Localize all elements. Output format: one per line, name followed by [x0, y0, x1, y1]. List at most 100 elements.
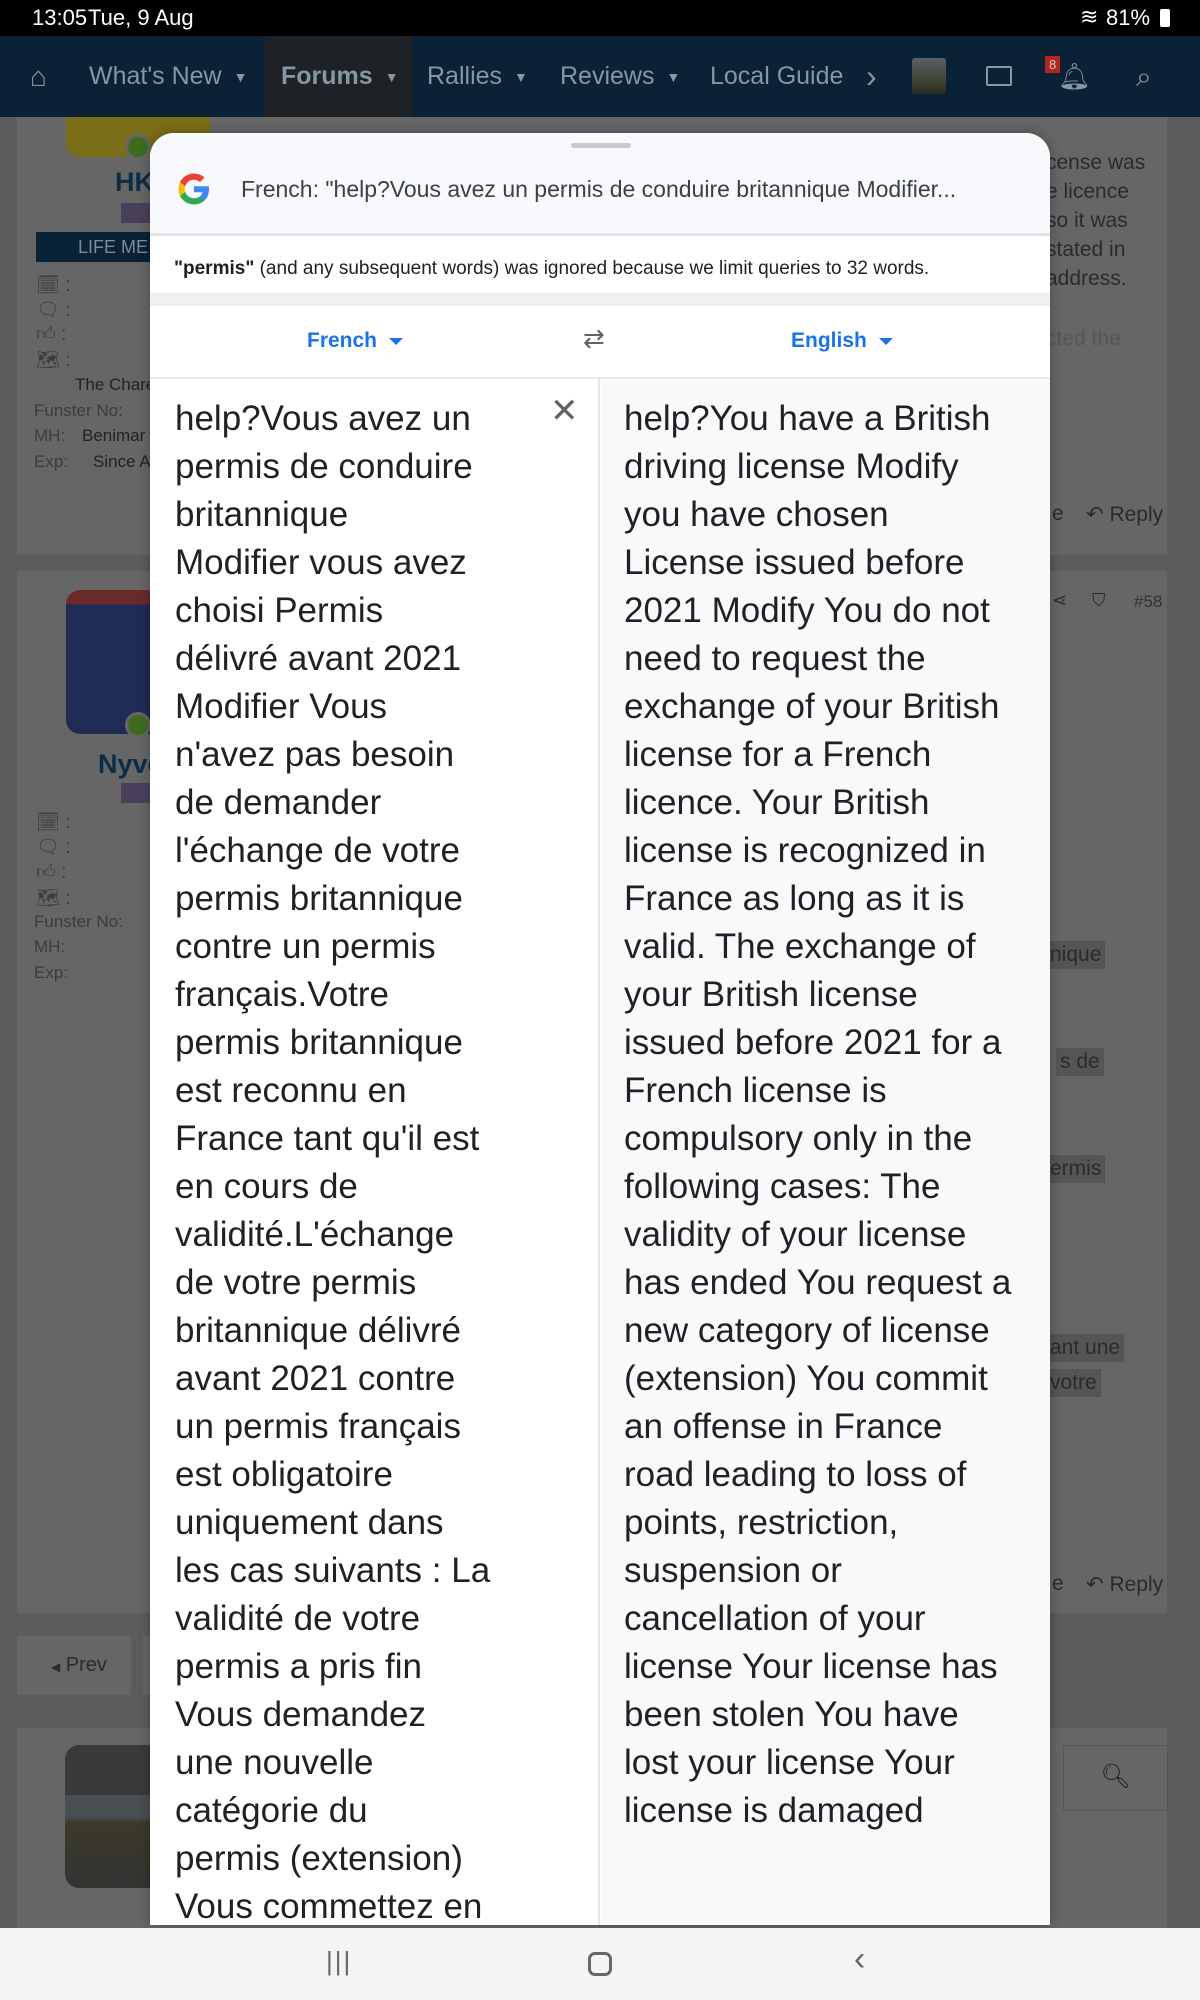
- battery-icon: [1160, 9, 1170, 27]
- nav-whats-new[interactable]: What's New ▼: [89, 36, 247, 117]
- nav-reviews[interactable]: Reviews ▼: [560, 36, 680, 117]
- warning-text: (and any subsequent words) was ignored b…: [254, 258, 930, 279]
- text-line: de votre permis: [175, 1263, 417, 1302]
- chevron-down-icon: ▼: [514, 68, 528, 85]
- mail-icon[interactable]: [986, 66, 1012, 86]
- chevron-down-icon: ▼: [233, 68, 248, 85]
- search-icon[interactable]: ⌕: [1136, 36, 1152, 117]
- text-line: suspension or: [624, 1551, 842, 1590]
- clear-text-icon[interactable]: ✕: [550, 391, 579, 431]
- messages-icon: 🗨︎ :: [36, 837, 71, 858]
- system-navigation-bar: ||| ‹: [0, 1928, 1200, 2000]
- language-selector-row: French ⇄ English: [150, 306, 1050, 379]
- funster-label: Funster No:: [34, 401, 123, 420]
- calendar-icon: 🗓︎ :: [36, 275, 71, 296]
- target-language-label: English: [791, 329, 867, 352]
- text-line: catégorie du: [175, 1791, 368, 1830]
- text-line: France tant qu'il est: [175, 1119, 480, 1158]
- preview-icon[interactable]: 🔍︎: [1063, 1745, 1168, 1811]
- back-icon[interactable]: ‹: [854, 1940, 865, 1979]
- post-text: address.: [1046, 267, 1127, 290]
- mh-label: MH:: [34, 426, 66, 445]
- share-icon[interactable]: ⋖: [1052, 590, 1067, 611]
- swap-languages-icon[interactable]: ⇄: [583, 323, 605, 354]
- highlighted-text: ermis: [1046, 1155, 1106, 1183]
- status-time: 13:05: [32, 5, 88, 30]
- text-line: permis de conduire: [175, 447, 473, 486]
- text-line: permis britannique: [175, 879, 463, 918]
- highlighted-text: nique: [1046, 941, 1106, 969]
- post-number[interactable]: #58: [1134, 592, 1162, 612]
- text-line: en cours de: [175, 1167, 358, 1206]
- dropdown-arrow-icon: [389, 337, 404, 345]
- chevron-right-icon[interactable]: ›: [866, 36, 877, 117]
- text-line: exchange of your British: [624, 687, 1000, 726]
- bookmark-icon[interactable]: ⛉: [1092, 590, 1106, 611]
- text-line: un permis français: [175, 1407, 461, 1446]
- reply-button[interactable]: ↶ Reply: [1086, 1572, 1163, 1597]
- uk-flag-icon: [121, 203, 151, 223]
- text-line: (extension) You commit: [624, 1359, 988, 1398]
- pagination-prev[interactable]: ◀ Prev: [17, 1636, 131, 1695]
- text-line: les cas suivants : La: [175, 1551, 491, 1590]
- battery-level: 81%: [1106, 5, 1151, 30]
- query-limit-warning: "permis" (and any subsequent words) was …: [150, 238, 1050, 293]
- nav-local-guide[interactable]: Local Guide: [710, 36, 843, 117]
- divider: [150, 293, 1050, 306]
- text-line: uniquement dans: [175, 1503, 444, 1542]
- warning-word: "permis": [174, 258, 255, 279]
- post-text: cense was: [1046, 151, 1146, 174]
- post-text: stated in: [1046, 238, 1126, 261]
- caret-left-icon: ◀: [51, 1660, 61, 1674]
- text-line: de demander: [175, 783, 382, 822]
- text-line: valid. The exchange of: [624, 927, 976, 966]
- text-line: contre un permis: [175, 927, 436, 966]
- prev-label: Prev: [65, 1654, 107, 1676]
- quote-action[interactable]: e: [1052, 1572, 1064, 1596]
- text-line: délivré avant 2021: [175, 639, 462, 678]
- text-line: road leading to loss of: [624, 1455, 967, 1494]
- nav-forums[interactable]: Forums ▼: [265, 36, 412, 117]
- text-line: Modifier vous avez: [175, 543, 467, 582]
- nav-rallies[interactable]: Rallies ▼: [427, 36, 528, 117]
- status-date: Tue, 9 Aug: [88, 5, 194, 30]
- quote-text: cted the: [1046, 327, 1121, 350]
- text-line: licence. Your British: [624, 783, 930, 822]
- text-line: been stolen You have: [624, 1695, 959, 1734]
- text-line: you have chosen: [624, 495, 889, 534]
- thread-thumbnail[interactable]: [65, 1745, 155, 1888]
- target-language-dropdown[interactable]: English: [791, 329, 893, 353]
- text-line: une nouvelle: [175, 1743, 374, 1782]
- text-line: Modifier Vous: [175, 687, 388, 726]
- nav-label: Reviews: [560, 62, 655, 90]
- home-button-icon[interactable]: [588, 1952, 612, 1976]
- bell-icon[interactable]: 🔔︎: [1058, 36, 1091, 117]
- text-line: has ended You request a: [624, 1263, 1012, 1302]
- reply-label: Reply: [1109, 503, 1164, 526]
- online-status-icon: [125, 134, 151, 160]
- post-text: so it was: [1046, 209, 1128, 232]
- reply-button[interactable]: ↶ Reply: [1086, 502, 1163, 527]
- text-line: avant 2021 contre: [175, 1359, 456, 1398]
- member-badge: LIFE ME: [36, 232, 156, 262]
- recent-apps-icon[interactable]: |||: [326, 1946, 352, 1977]
- source-language-label: French: [307, 329, 378, 352]
- text-line: est reconnu en: [175, 1071, 407, 1110]
- source-text-pane[interactable]: help?Vous avez un permis de conduire brita…: [150, 379, 600, 1925]
- user-avatar[interactable]: [912, 58, 946, 94]
- text-line: help?Vous avez un: [175, 399, 471, 438]
- text-line: validity of your license: [624, 1215, 967, 1254]
- text-line: 2021 Modify You do not: [624, 591, 990, 630]
- text-line: n'avez pas besoin: [175, 735, 455, 774]
- status-bar: 13:05 Tue, 9 Aug ≋ 81%: [0, 0, 1200, 36]
- home-icon[interactable]: ⌂: [30, 36, 47, 117]
- username[interactable]: HK: [115, 167, 154, 198]
- calendar-icon: 🗓︎ :: [36, 812, 71, 833]
- mh-value: Benimar: [82, 426, 146, 445]
- source-language-dropdown[interactable]: French: [307, 329, 404, 353]
- text-line: l'échange de votre: [175, 831, 460, 870]
- source-text[interactable]: help?Vous avez un permis de conduire brita…: [175, 395, 490, 1925]
- drag-handle[interactable]: [571, 143, 631, 148]
- quote-action[interactable]: e: [1052, 502, 1064, 526]
- text-line: permis a pris fin: [175, 1647, 423, 1686]
